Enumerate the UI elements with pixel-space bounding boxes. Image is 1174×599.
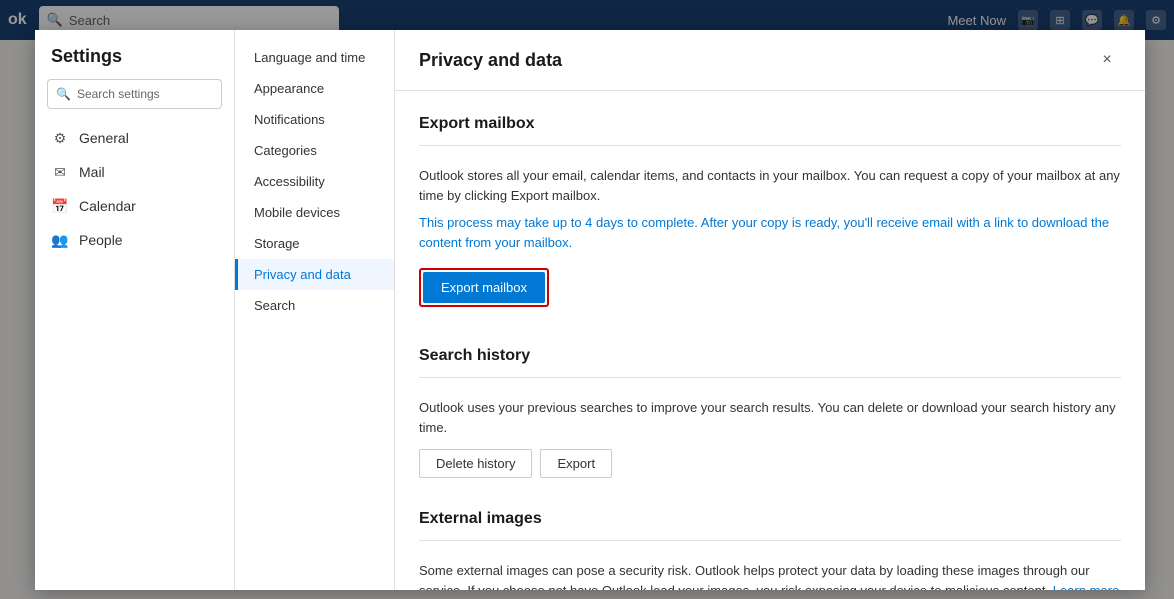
export-description-1: Outlook stores all your email, calendar … bbox=[419, 166, 1121, 205]
nav-item-mobile[interactable]: Mobile devices bbox=[235, 197, 394, 228]
search-settings-placeholder: Search settings bbox=[77, 87, 160, 101]
nav-label-appearance: Appearance bbox=[254, 81, 324, 96]
learn-more-link[interactable]: Learn more bbox=[1053, 583, 1119, 591]
section-divider-3 bbox=[419, 540, 1121, 541]
export-mailbox-btn-wrapper: Export mailbox bbox=[419, 268, 549, 307]
search-settings-input[interactable]: 🔍 Search settings bbox=[47, 79, 222, 109]
sidebar-item-mail[interactable]: ✉ Mail bbox=[35, 155, 234, 189]
export-mailbox-section: Export mailbox Outlook stores all your e… bbox=[419, 115, 1121, 315]
sidebar-item-label-general: General bbox=[79, 130, 129, 146]
nav-item-storage[interactable]: Storage bbox=[235, 228, 394, 259]
external-images-description: Some external images can pose a security… bbox=[419, 561, 1121, 590]
section-divider-1 bbox=[419, 145, 1121, 146]
section-divider-2 bbox=[419, 377, 1121, 378]
settings-sidebar: Settings 🔍 Search settings ⚙ General ✉ M… bbox=[35, 30, 235, 590]
nav-label-notifications: Notifications bbox=[254, 112, 325, 127]
nav-item-privacy[interactable]: Privacy and data bbox=[235, 259, 394, 290]
external-images-title: External images bbox=[419, 510, 1121, 528]
nav-item-appearance[interactable]: Appearance bbox=[235, 73, 394, 104]
settings-modal: Settings 🔍 Search settings ⚙ General ✉ M… bbox=[35, 30, 1145, 590]
close-button[interactable]: × bbox=[1093, 46, 1121, 74]
content-title: Privacy and data bbox=[419, 50, 562, 71]
nav-label-search: Search bbox=[254, 298, 295, 313]
calendar-icon: 📅 bbox=[51, 197, 69, 215]
delete-history-button[interactable]: Delete history bbox=[419, 449, 532, 478]
people-icon: 👥 bbox=[51, 231, 69, 249]
sidebar-item-label-mail: Mail bbox=[79, 164, 105, 180]
nav-label-storage: Storage bbox=[254, 236, 300, 251]
nav-label-mobile: Mobile devices bbox=[254, 205, 340, 220]
nav-label-privacy: Privacy and data bbox=[254, 267, 351, 282]
sidebar-item-general[interactable]: ⚙ General bbox=[35, 121, 234, 155]
nav-label-language: Language and time bbox=[254, 50, 365, 65]
nav-label-categories: Categories bbox=[254, 143, 317, 158]
content-body: Export mailbox Outlook stores all your e… bbox=[395, 91, 1145, 590]
export-mailbox-title: Export mailbox bbox=[419, 115, 1121, 133]
sidebar-item-label-people: People bbox=[79, 232, 123, 248]
general-icon: ⚙ bbox=[51, 129, 69, 147]
sidebar-item-calendar[interactable]: 📅 Calendar bbox=[35, 189, 234, 223]
search-settings-icon: 🔍 bbox=[56, 87, 71, 101]
settings-title: Settings bbox=[35, 46, 234, 79]
export-mailbox-button[interactable]: Export mailbox bbox=[423, 272, 545, 303]
search-history-section: Search history Outlook uses your previou… bbox=[419, 347, 1121, 478]
export-description-2: This process may take up to 4 days to co… bbox=[419, 213, 1121, 252]
search-history-description: Outlook uses your previous searches to i… bbox=[419, 398, 1121, 437]
sidebar-item-people[interactable]: 👥 People bbox=[35, 223, 234, 257]
mail-icon: ✉ bbox=[51, 163, 69, 181]
search-history-title: Search history bbox=[419, 347, 1121, 365]
nav-item-notifications[interactable]: Notifications bbox=[235, 104, 394, 135]
nav-label-accessibility: Accessibility bbox=[254, 174, 325, 189]
nav-item-search[interactable]: Search bbox=[235, 290, 394, 321]
search-history-buttons: Delete history Export bbox=[419, 449, 1121, 478]
sidebar-item-label-calendar: Calendar bbox=[79, 198, 136, 214]
settings-content: Privacy and data × Export mailbox Outloo… bbox=[395, 30, 1145, 590]
nav-item-language[interactable]: Language and time bbox=[235, 42, 394, 73]
nav-item-categories[interactable]: Categories bbox=[235, 135, 394, 166]
nav-item-accessibility[interactable]: Accessibility bbox=[235, 166, 394, 197]
export-history-button[interactable]: Export bbox=[540, 449, 612, 478]
external-images-section: External images Some external images can… bbox=[419, 510, 1121, 590]
settings-middle-nav: Language and time Appearance Notificatio… bbox=[235, 30, 395, 590]
content-header: Privacy and data × bbox=[395, 30, 1145, 91]
